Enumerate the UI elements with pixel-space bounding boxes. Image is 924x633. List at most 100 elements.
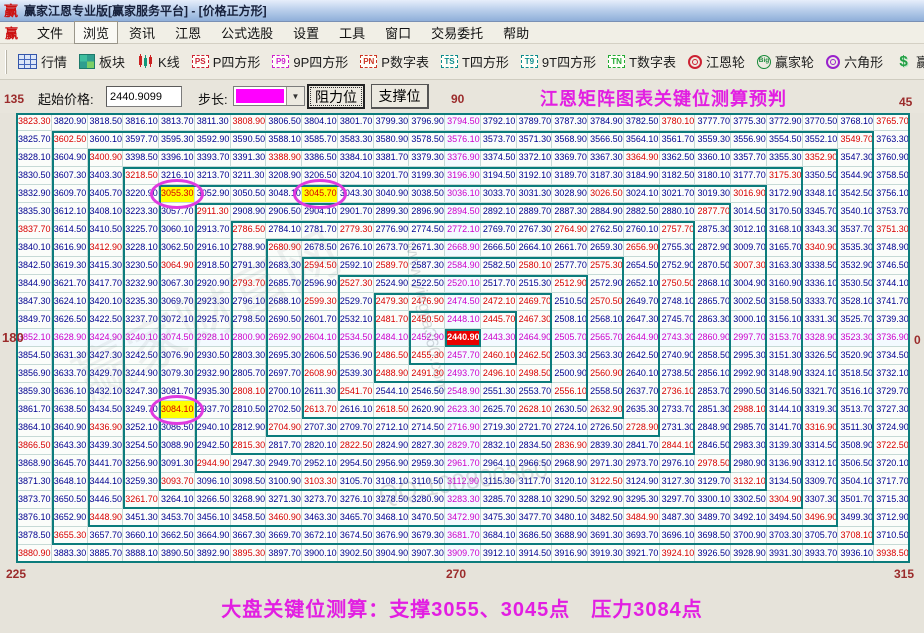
matrix-cell: 3230.50 — [123, 257, 160, 275]
matrix-cell: 3715.30 — [874, 491, 910, 509]
matrix-cell: 3907.30 — [409, 545, 446, 563]
matrix-cell: 2841.70 — [623, 437, 660, 455]
menu-item-交易委托[interactable]: 交易委托 — [422, 21, 492, 44]
matrix-cell: 3223.30 — [123, 203, 160, 221]
matrix-cell: 3926.50 — [695, 545, 732, 563]
matrix-cell: 3631.30 — [51, 347, 88, 365]
toolbar-button-T四方形[interactable]: TS T四方形 — [440, 52, 509, 71]
matrix-cell: 3684.10 — [480, 527, 517, 545]
matrix-cell: 2935.30 — [194, 383, 231, 401]
matrix-cell: 3897.70 — [266, 545, 303, 563]
matrix-cell: 3636.10 — [51, 383, 88, 401]
matrix-cell: 2620.90 — [409, 401, 446, 419]
angle-label-135: 135 — [4, 92, 25, 106]
matrix-cell: 3189.70 — [552, 167, 589, 185]
toolbar-button-赢家服务[interactable]: $ 赢家服务 — [895, 52, 924, 71]
step-combobox[interactable]: ▼ — [233, 86, 305, 106]
matrix-cell: 2481.70 — [373, 311, 410, 329]
start-price-input[interactable] — [106, 86, 182, 107]
matrix-cell: 2781.70 — [302, 221, 338, 239]
matrix-cell: 2560.90 — [588, 365, 624, 383]
matrix-cell: 2892.10 — [480, 203, 517, 221]
matrix-cell: 2721.70 — [516, 419, 553, 437]
matrix-cell: 3890.50 — [159, 545, 195, 563]
matrix-cell: 3571.30 — [516, 131, 553, 149]
matrix-cell: 3458.50 — [230, 509, 267, 527]
matrix-cell: 3700.90 — [731, 527, 767, 545]
matrix-cell: 3235.30 — [123, 293, 160, 311]
matrix-cell: 3309.70 — [802, 473, 839, 491]
menu-item-公式选股[interactable]: 公式选股 — [212, 21, 282, 44]
matrix-cell: 3777.70 — [695, 113, 732, 131]
toolbar-button-T数字表[interactable]: TN T数字表 — [608, 52, 676, 71]
matrix-cell: 2488.90 — [373, 365, 410, 383]
matrix-cell: 2544.10 — [373, 383, 410, 401]
matrix-cell: 3302.50 — [731, 491, 767, 509]
menu-item-工具[interactable]: 工具 — [330, 21, 374, 44]
toolbar-button-六角形[interactable]: 六角形 — [826, 52, 883, 71]
menu-item-窗口[interactable]: 窗口 — [376, 21, 420, 44]
matrix-cell: 3348.10 — [802, 185, 839, 203]
matrix-cell: 3597.70 — [123, 131, 160, 149]
toolbar-button-9P四方形[interactable]: P9 9P四方形 — [272, 52, 348, 71]
menu-item-文件[interactable]: 文件 — [28, 21, 72, 44]
9p-square-icon: P9 — [272, 55, 290, 68]
matrix-cell: 2846.50 — [695, 437, 732, 455]
matrix-cell: 3379.30 — [409, 149, 446, 167]
matrix-cell: 3213.70 — [194, 167, 231, 185]
matrix-cell: 2896.90 — [409, 203, 446, 221]
matrix-cell: 2652.10 — [623, 275, 660, 293]
toolbar-button-P四方形[interactable]: PS P四方形 — [191, 52, 260, 71]
matrix-cell: 3408.10 — [87, 203, 124, 221]
toolbar-button-9T四方形[interactable]: T9 9T四方形 — [520, 52, 596, 71]
matrix-cell: 3362.50 — [659, 149, 696, 167]
matrix-cell: 3924.10 — [659, 545, 696, 563]
combobox-arrow-icon[interactable]: ▼ — [286, 87, 304, 105]
matrix-cell: 2500.90 — [552, 365, 589, 383]
toolbar-button-板块[interactable]: 板块 — [79, 52, 125, 71]
matrix-cell: 3674.50 — [337, 527, 374, 545]
matrix-cell: 3840.10 — [16, 239, 52, 257]
matrix-cell: 3482.50 — [588, 509, 624, 527]
matrix-cell: 3247.30 — [123, 383, 160, 401]
matrix-cell: 3868.90 — [16, 455, 52, 473]
matrix-cell: 3916.90 — [552, 545, 589, 563]
matrix-cell: 3876.10 — [16, 509, 52, 527]
toolbar-button-江恩轮[interactable]: 江恩轮 — [688, 52, 745, 71]
matrix-cell: 3168.10 — [766, 221, 803, 239]
matrix-cell: 2656.90 — [623, 239, 660, 257]
matrix-cell: 2822.50 — [337, 437, 374, 455]
matrix-cell: 3259.30 — [123, 473, 160, 491]
angle-label-180: 180 — [2, 330, 24, 345]
support-button[interactable]: 支撑位 — [371, 84, 429, 109]
matrix-cell: 2937.70 — [194, 401, 231, 419]
menu-item-浏览[interactable]: 浏览 — [74, 21, 119, 44]
toolbar-button-行情[interactable]: 行情 — [18, 52, 67, 71]
matrix-cell: 2637.70 — [623, 383, 660, 401]
resistance-button[interactable]: 阻力位 — [307, 84, 365, 109]
menu-item-资讯[interactable]: 资讯 — [120, 21, 164, 44]
toolbar-button-赢家轮[interactable]: Big 赢家轮 — [757, 52, 814, 71]
matrix-cell: 2570.50 — [588, 293, 624, 311]
matrix-cell: 3148.90 — [766, 365, 803, 383]
menu-item-帮助[interactable]: 帮助 — [494, 21, 538, 44]
matrix-cell: 2664.10 — [516, 239, 553, 257]
matrix-cell: 2568.10 — [588, 311, 624, 329]
matrix-cell: 2666.50 — [480, 239, 517, 257]
toolbar-button-K线[interactable]: K线 — [137, 52, 180, 71]
matrix-cell: 3216.10 — [159, 167, 195, 185]
matrix-cell: 2901.70 — [337, 203, 374, 221]
menu-item-设置[interactable]: 设置 — [284, 21, 328, 44]
matrix-cell: 2457.70 — [445, 347, 481, 365]
matrix-cell: 2750.50 — [659, 275, 696, 293]
toolbar-button-P数字表[interactable]: PN P数字表 — [360, 52, 429, 71]
matrix-cell: 3624.10 — [51, 293, 88, 311]
matrix-cell: 3069.70 — [159, 293, 195, 311]
matrix-cell: 2630.50 — [552, 401, 589, 419]
matrix-cell: 3549.70 — [838, 131, 875, 149]
matrix-cell: 2599.30 — [302, 293, 338, 311]
menu-item-江恩[interactable]: 江恩 — [166, 21, 210, 44]
toolbar-label: 9P四方形 — [293, 55, 349, 70]
matrix-cell: 3388.90 — [266, 149, 303, 167]
matrix-cell: 3530.50 — [838, 275, 875, 293]
